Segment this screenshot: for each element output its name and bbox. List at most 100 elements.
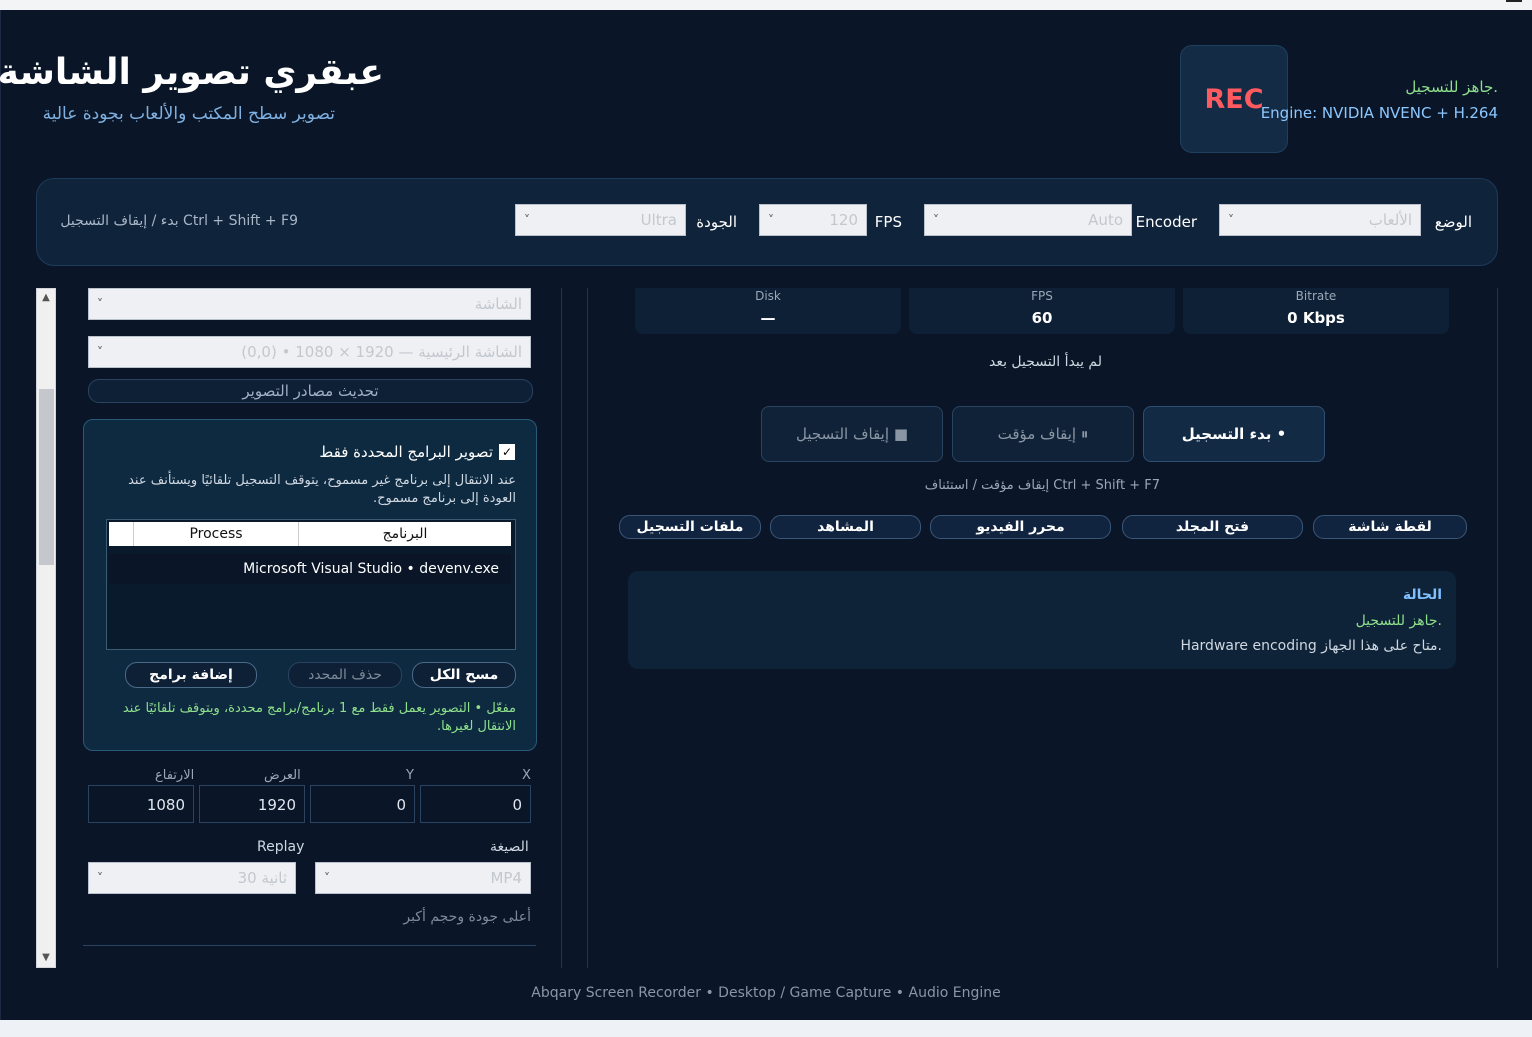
fps-label: FPS	[874, 213, 902, 231]
scroll-down-icon[interactable]: ▼	[37, 949, 55, 967]
scroll-up-icon[interactable]: ▲	[37, 289, 55, 307]
left-scrollbar[interactable]: ▲ ▼	[36, 288, 56, 968]
encoder-value: Auto	[1088, 211, 1123, 229]
window-top-strip	[0, 0, 1532, 10]
fps-select[interactable]: ˅ 120	[759, 204, 867, 236]
stop-recording-button[interactable]: إيقاف التسجيل ■	[761, 406, 943, 462]
mode-label: الوضع	[1434, 213, 1472, 231]
panel-divider	[1497, 288, 1498, 968]
encoder-select[interactable]: ˅ Auto	[924, 204, 1132, 236]
pause-label: إيقاف مؤقت	[997, 425, 1077, 443]
stat-bitrate: Bitrate 0 Kbps	[1183, 288, 1449, 334]
chevron-down-icon: ˅	[97, 297, 103, 311]
quality-value: Ultra	[640, 211, 677, 229]
scenes-button[interactable]: المشاهد	[770, 515, 921, 539]
height-input[interactable]: 1080	[88, 785, 194, 823]
replay-value: 30 ثانية	[237, 869, 287, 887]
quality-label: الجودة	[696, 213, 737, 231]
x-label: X	[522, 768, 531, 783]
section-divider	[83, 945, 536, 946]
replay-label: Replay	[257, 839, 305, 855]
width-input[interactable]: 1920	[199, 785, 305, 823]
stat-value: 0 Kbps	[1287, 309, 1345, 327]
screenshot-button[interactable]: لقطة شاشة	[1313, 515, 1467, 539]
fps-value: 120	[829, 211, 858, 229]
chevron-down-icon: ˅	[97, 345, 103, 359]
start-recording-button[interactable]: بدء التسجيل •	[1143, 406, 1325, 462]
pause-icon: ⏸	[1080, 425, 1089, 443]
recordings-button[interactable]: ملفات التسجيل	[619, 515, 761, 539]
taskbar	[0, 1020, 1532, 1037]
app-title: عبقري تصوير الشاشة	[0, 52, 384, 93]
engine-info: Engine: NVIDIA NVENC + H.264	[1260, 104, 1498, 122]
stat-disk: Disk —	[635, 288, 901, 334]
panel-divider	[561, 288, 562, 968]
chevron-down-icon: ˅	[933, 213, 939, 227]
height-label: الارتفاع	[155, 768, 195, 783]
status-title: الحالة	[1402, 587, 1442, 603]
refresh-sources-button[interactable]: تحديث مصادر التصوير	[88, 379, 533, 403]
recording-state-text: لم يبدأ التسجيل بعد	[988, 354, 1102, 370]
chevron-down-icon: ˅	[524, 213, 530, 227]
only-selected-label: تصوير البرامج المحددة فقط	[319, 443, 493, 461]
record-dot-icon: •	[1276, 425, 1287, 443]
clear-all-button[interactable]: مسح الكل	[412, 662, 516, 688]
close-icon[interactable]	[1506, 0, 1522, 2]
checkbox-checked-icon[interactable]: ✓	[499, 444, 515, 460]
add-programs-button[interactable]: إضافة برامج	[125, 662, 257, 688]
column-header-process[interactable]: Process	[133, 522, 298, 546]
app-subtitle: تصوير سطح المكتب والألعاب بجودة عالية	[42, 104, 335, 124]
chevron-down-icon: ˅	[768, 213, 774, 227]
chevron-down-icon: ˅	[1228, 213, 1234, 227]
start-recording-label: بدء التسجيل	[1181, 425, 1272, 443]
delete-selected-button[interactable]: حذف المحدد	[288, 662, 402, 688]
stat-key: Disk	[755, 289, 781, 303]
record-hotkey-hint: بدء / إيقاف التسجيل Ctrl + Shift + F9	[60, 213, 298, 229]
stat-key: Bitrate	[1295, 289, 1337, 303]
width-label: العرض	[264, 768, 301, 783]
pause-button[interactable]: إيقاف مؤقت ⏸	[952, 406, 1134, 462]
y-label: Y	[406, 768, 414, 783]
panel-divider	[587, 288, 588, 968]
quality-hint: أعلى جودة وحجم أكبر	[403, 909, 531, 925]
mode-select[interactable]: ˅ الألعاب	[1219, 204, 1421, 236]
status-ready: جاهز للتسجيل.	[1355, 613, 1442, 629]
programs-table[interactable]: Process البرنامج Microsoft Visual Studio…	[106, 519, 516, 650]
pause-hotkey-hint: إيقاف مؤقت / استئناف Ctrl + Shift + F7	[924, 478, 1160, 493]
format-select[interactable]: ˅ MP4	[315, 862, 531, 894]
monitor-value: الشاشة الرئيسية — 1920 × 1080 • (0,0)	[241, 343, 522, 361]
window-left-edge	[0, 10, 1, 1020]
monitor-select[interactable]: ˅ الشاشة الرئيسية — 1920 × 1080 • (0,0)	[88, 336, 531, 368]
filter-active-note: مفعّل • التصوير يعمل فقط مع 1 برنامج/برا…	[122, 701, 516, 734]
quality-select[interactable]: ˅ Ultra	[515, 204, 686, 236]
replay-select[interactable]: ˅ 30 ثانية	[88, 862, 296, 894]
column-header-program[interactable]: البرنامج	[298, 522, 511, 546]
scroll-thumb[interactable]	[39, 389, 54, 565]
source-value: الشاشة	[474, 295, 522, 313]
rec-indicator: REC	[1180, 45, 1288, 153]
stop-label: إيقاف التسجيل	[795, 425, 890, 443]
stat-key: FPS	[1031, 289, 1053, 303]
status-encoding: Hardware encoding متاح على هذا الجهاز.	[1180, 638, 1442, 654]
status-card	[628, 571, 1456, 669]
x-input[interactable]: 0	[420, 785, 531, 823]
chevron-down-icon: ˅	[97, 871, 103, 885]
stop-icon: ■	[893, 425, 908, 443]
chevron-down-icon: ˅	[324, 871, 330, 885]
only-selected-toggle[interactable]: تصوير البرامج المحددة فقط ✓	[319, 443, 515, 461]
format-value: MP4	[490, 869, 522, 887]
stat-fps: FPS 60	[909, 288, 1175, 334]
stat-value: —	[760, 309, 776, 327]
open-folder-button[interactable]: فتح المجلد	[1122, 515, 1303, 539]
y-input[interactable]: 0	[310, 785, 415, 823]
source-select[interactable]: ˅ الشاشة	[88, 288, 531, 320]
table-header: Process البرنامج	[109, 522, 511, 546]
stat-value: 60	[1031, 309, 1053, 327]
footer-text: Abqary Screen Recorder • Desktop / Game …	[531, 985, 1001, 1001]
mode-value: الألعاب	[1368, 211, 1412, 229]
video-editor-button[interactable]: محرر الفيديو	[930, 515, 1111, 539]
format-label: الصيغة	[490, 839, 529, 855]
encoder-label: Encoder	[1135, 213, 1197, 231]
only-selected-description: عند الانتقال إلى برنامج غير مسموح، يتوقف…	[128, 473, 516, 506]
table-row[interactable]: Microsoft Visual Studio • devenv.exe	[109, 554, 511, 584]
